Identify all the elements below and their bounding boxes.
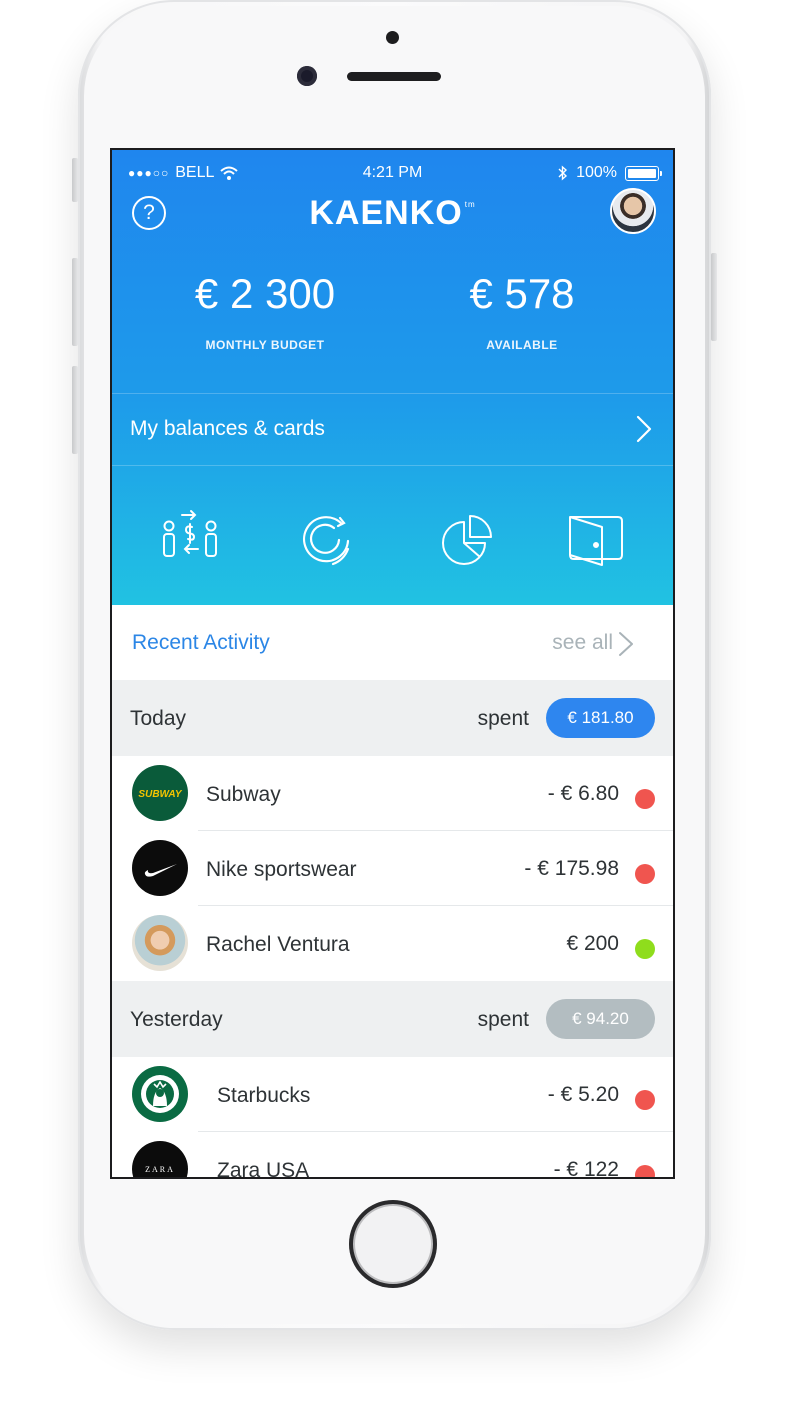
- front-camera: [297, 66, 317, 86]
- chevron-right-icon[interactable]: [617, 630, 635, 658]
- mute-switch: [72, 158, 78, 202]
- day-header-today: Today spent € 181.80: [112, 680, 673, 756]
- subway-logo-mark: SUBWAY: [138, 789, 182, 800]
- status-right: 100%: [558, 164, 662, 182]
- profile-avatar[interactable]: [610, 188, 656, 234]
- zara-logo-mark: ZARA: [145, 1165, 175, 1174]
- recent-activity-title: Recent Activity: [132, 631, 270, 654]
- day-name: Today: [130, 707, 187, 730]
- wallet-icon[interactable]: [562, 505, 632, 575]
- battery-percent: 100%: [576, 164, 617, 181]
- logo-trademark: tm: [464, 200, 476, 209]
- status-dot: [635, 939, 655, 959]
- merchant-name: Subway: [206, 783, 281, 806]
- status-bar: ●●●○○ BELL 4:21 PM 100%: [112, 150, 673, 194]
- contact-name: Rachel Ventura: [206, 933, 350, 956]
- spent-label: spent: [477, 1008, 529, 1031]
- available-label: AVAILABLE: [486, 338, 558, 352]
- transfer-icon[interactable]: [155, 505, 225, 575]
- pie-chart-icon[interactable]: [433, 505, 503, 575]
- subway-logo-text: SUBWAY: [138, 789, 182, 800]
- budget-amount: € 2 300: [194, 270, 336, 317]
- status-dot: [635, 1090, 655, 1110]
- bluetooth-icon: [558, 165, 568, 181]
- status-dot: [635, 864, 655, 884]
- monthly-budget: € 2 300 MONTHLY BUDGET: [150, 270, 380, 352]
- logo-text: KAENKO: [309, 194, 463, 232]
- spent-label: spent: [477, 707, 529, 730]
- transaction-row[interactable]: Starbucks - € 5.20: [112, 1057, 673, 1132]
- zara-logo-text: ZARA: [145, 1165, 175, 1174]
- nike-swoosh-icon: [144, 864, 177, 877]
- merchant-name: Starbucks: [217, 1084, 311, 1107]
- see-all-link[interactable]: see all: [552, 631, 613, 655]
- spent-total-badge: € 94.20: [546, 999, 655, 1039]
- home-button[interactable]: [349, 1200, 437, 1288]
- transaction-row[interactable]: ZARA Zara USA - € 122: [112, 1132, 673, 1177]
- transaction-row[interactable]: Rachel Ventura € 200: [112, 906, 673, 981]
- budget-label: MONTHLY BUDGET: [205, 338, 325, 352]
- available-balance: € 578 AVAILABLE: [407, 270, 637, 352]
- spent-total-badge: € 181.80: [546, 698, 655, 738]
- chevron-right-icon: [636, 415, 652, 443]
- recent-activity-header: Recent Activity see all: [112, 605, 673, 680]
- status-dot: [635, 789, 655, 809]
- merchant-name: Zara USA: [217, 1159, 310, 1177]
- day-header-yesterday: Yesterday spent € 94.20: [112, 981, 673, 1057]
- cycle-icon[interactable]: [290, 505, 360, 575]
- balances-cards-label: My balances & cards: [130, 417, 325, 440]
- transaction-amount: - € 122: [553, 1158, 619, 1177]
- available-amount: € 578: [469, 270, 575, 317]
- subway-logo: SUBWAY: [132, 765, 188, 821]
- power-button: [711, 253, 717, 341]
- battery-icon: [625, 165, 662, 181]
- zara-logo: ZARA: [132, 1141, 188, 1177]
- starbucks-siren-icon: [141, 1075, 179, 1113]
- balances-cards-link[interactable]: My balances & cards: [112, 393, 673, 466]
- app-logo: KAENKO tm: [112, 194, 673, 233]
- status-dot: [635, 1165, 655, 1177]
- volume-up-button: [72, 258, 78, 346]
- merchant-name: Nike sportswear: [206, 858, 357, 881]
- day-name: Yesterday: [130, 1008, 223, 1031]
- header-panel: ●●●○○ BELL 4:21 PM 100% ? KAENKO tm € 2 …: [112, 150, 673, 605]
- transaction-amount: € 200: [566, 932, 619, 955]
- transaction-row[interactable]: Nike sportswear - € 175.98: [112, 831, 673, 906]
- volume-down-button: [72, 366, 78, 454]
- transaction-amount: - € 5.20: [547, 1083, 619, 1106]
- transaction-row[interactable]: SUBWAY Subway - € 6.80: [112, 756, 673, 831]
- starbucks-logo: [132, 1066, 188, 1122]
- app-screen: ●●●○○ BELL 4:21 PM 100% ? KAENKO tm € 2 …: [112, 150, 673, 1177]
- proximity-sensor: [386, 31, 399, 44]
- earpiece-speaker: [347, 72, 441, 81]
- transaction-amount: - € 6.80: [547, 782, 619, 805]
- transaction-amount: - € 175.98: [524, 857, 619, 880]
- contact-avatar: [132, 915, 188, 971]
- nike-logo: [132, 840, 188, 896]
